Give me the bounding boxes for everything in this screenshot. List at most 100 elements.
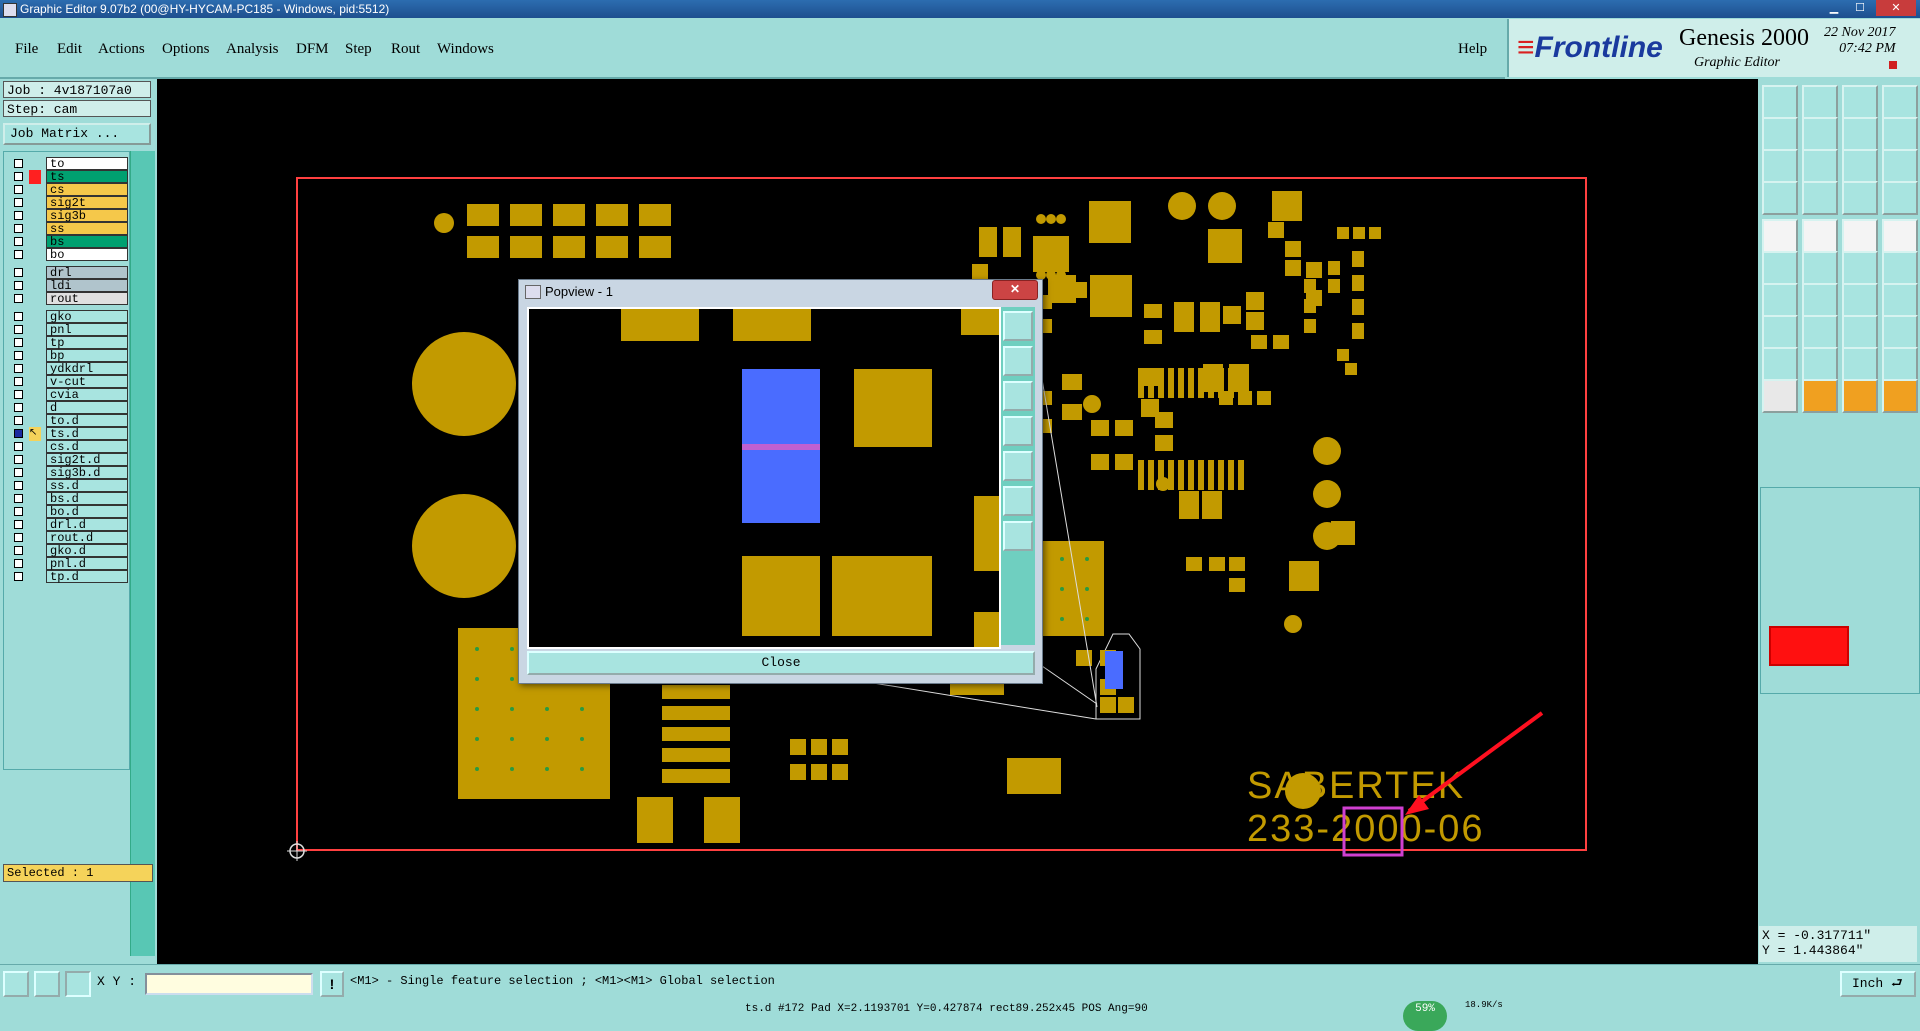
popview-pan-icon[interactable] <box>1003 521 1033 551</box>
array-icon[interactable] <box>1842 315 1878 349</box>
layer-row-pnl[interactable]: pnl <box>8 323 128 337</box>
layer-checkbox[interactable] <box>14 325 23 334</box>
layer-checkbox[interactable] <box>14 533 23 542</box>
layer-checkbox[interactable] <box>14 338 23 347</box>
layer-name[interactable]: drl <box>46 266 128 280</box>
layer-status-icon[interactable] <box>29 466 41 480</box>
select-icon[interactable] <box>1762 315 1798 349</box>
layer-checkbox[interactable] <box>14 403 23 412</box>
line-b-icon[interactable] <box>1802 283 1838 317</box>
window-icon[interactable] <box>1882 85 1918 119</box>
layer-row-pnl.d[interactable]: pnl.d <box>8 557 128 571</box>
layer-row-ydkdrl[interactable]: ydkdrl <box>8 362 128 376</box>
layer-name[interactable]: rout.d <box>46 531 128 545</box>
layer-checkbox[interactable] <box>14 559 23 568</box>
layer-row-bp[interactable]: bp <box>8 349 128 363</box>
layer-name[interactable]: cs.d <box>46 440 128 454</box>
layer-name[interactable]: tp <box>46 336 128 350</box>
layer-row-gko.d[interactable]: gko.d <box>8 544 128 558</box>
layer-row-cvia[interactable]: cvia <box>8 388 128 402</box>
layer-checkbox[interactable] <box>14 546 23 555</box>
measure-icon[interactable] <box>1762 181 1798 215</box>
layer-status-icon[interactable] <box>29 266 41 280</box>
layer-name[interactable]: gko <box>46 310 128 324</box>
layer-name[interactable]: tp.d <box>46 570 128 584</box>
layer-name[interactable]: ss.d <box>46 479 128 493</box>
layer-name[interactable]: sig3b <box>46 209 128 223</box>
unit-button[interactable]: Inch ⮐ <box>1840 971 1916 997</box>
pointer-b-icon[interactable] <box>1802 379 1838 413</box>
menu-rout[interactable]: Rout <box>391 41 420 58</box>
redo-icon[interactable] <box>1882 117 1918 151</box>
layer-status-icon[interactable] <box>29 183 41 197</box>
layer-status-icon[interactable] <box>29 518 41 532</box>
layer-row-sig3b.d[interactable]: sig3b.d <box>8 466 128 480</box>
layer-checkbox[interactable] <box>14 494 23 503</box>
layer-name[interactable]: v-cut <box>46 375 128 389</box>
layer-scrollbar[interactable] <box>130 151 155 956</box>
zoom-icon[interactable] <box>1802 149 1838 183</box>
circle-add-icon[interactable] <box>1882 219 1918 253</box>
popview-zoom-icon[interactable] <box>1003 311 1033 341</box>
layer-status-icon[interactable] <box>29 310 41 324</box>
layer-status-icon[interactable] <box>29 375 41 389</box>
arc-icon[interactable] <box>1842 283 1878 317</box>
layer-name[interactable]: ydkdrl <box>46 362 128 376</box>
layer-status-icon[interactable] <box>29 323 41 337</box>
layer-checkbox[interactable] <box>14 250 23 259</box>
layer-name[interactable]: bs <box>46 235 128 249</box>
connect-icon[interactable] <box>1842 251 1878 285</box>
layer-row-gko[interactable]: gko <box>8 310 128 324</box>
ruler-icon[interactable] <box>1842 219 1878 253</box>
menu-edit[interactable]: Edit <box>57 41 82 58</box>
connect-b-icon[interactable] <box>1882 251 1918 285</box>
line-add-icon[interactable] <box>1802 219 1838 253</box>
layer-row-drl.d[interactable]: drl.d <box>8 518 128 532</box>
layer-name[interactable]: ts.d <box>46 427 128 441</box>
layer-checkbox[interactable] <box>14 364 23 373</box>
layer-name[interactable]: gko.d <box>46 544 128 558</box>
layer-status-icon[interactable] <box>29 544 41 558</box>
layer-row-v-cut[interactable]: v-cut <box>8 375 128 389</box>
layer-row-d[interactable]: d <box>8 401 128 415</box>
line-icon[interactable] <box>1762 283 1798 317</box>
layer-row-ldi[interactable]: ldi <box>8 279 128 293</box>
import-icon[interactable] <box>1762 117 1798 151</box>
cross-icon[interactable] <box>1802 251 1838 285</box>
popview-down-icon[interactable] <box>1003 381 1033 411</box>
popview-right-icon[interactable] <box>1003 451 1033 481</box>
layer-status-icon[interactable] <box>29 440 41 454</box>
menu-options[interactable]: Options <box>162 41 210 58</box>
layer-checkbox[interactable] <box>14 351 23 360</box>
text-c-icon[interactable] <box>1842 347 1878 381</box>
layer-name[interactable]: ss <box>46 222 128 236</box>
layer-name[interactable]: cs <box>46 183 128 197</box>
layer-name[interactable]: bs.d <box>46 492 128 506</box>
layer-status-icon[interactable] <box>29 388 41 402</box>
layer-row-tp.d[interactable]: tp.d <box>8 570 128 584</box>
layer-status-icon[interactable] <box>29 222 41 236</box>
layer-checkbox[interactable] <box>14 455 23 464</box>
layer-row-ts.d[interactable]: ↖ ts.d <box>8 427 128 441</box>
popview-fit-icon[interactable] <box>1003 486 1033 516</box>
layer-row-drl[interactable]: drl <box>8 266 128 280</box>
layer-name[interactable]: sig2t <box>46 196 128 210</box>
layer-status-icon[interactable] <box>29 479 41 493</box>
layer-checkbox[interactable] <box>14 481 23 490</box>
split-icon[interactable] <box>1882 315 1918 349</box>
maximize-icon[interactable]: ☐ <box>1848 0 1872 16</box>
layer-checkbox[interactable] <box>14 237 23 246</box>
export-icon[interactable] <box>1802 117 1838 151</box>
layer-checkbox[interactable] <box>14 185 23 194</box>
layer-status-icon[interactable] <box>29 279 41 293</box>
layer-checkbox[interactable] <box>14 198 23 207</box>
layer-status-icon[interactable] <box>29 362 41 376</box>
layer-status-icon[interactable] <box>29 492 41 506</box>
menu-windows[interactable]: Windows <box>437 41 494 58</box>
layer-name[interactable]: bo <box>46 248 128 262</box>
xy-input[interactable] <box>145 973 313 995</box>
layer-status-icon[interactable] <box>29 570 41 584</box>
scale-icon[interactable] <box>1842 149 1878 183</box>
popview-canvas[interactable] <box>527 307 1001 649</box>
text-icon[interactable] <box>1762 347 1798 381</box>
